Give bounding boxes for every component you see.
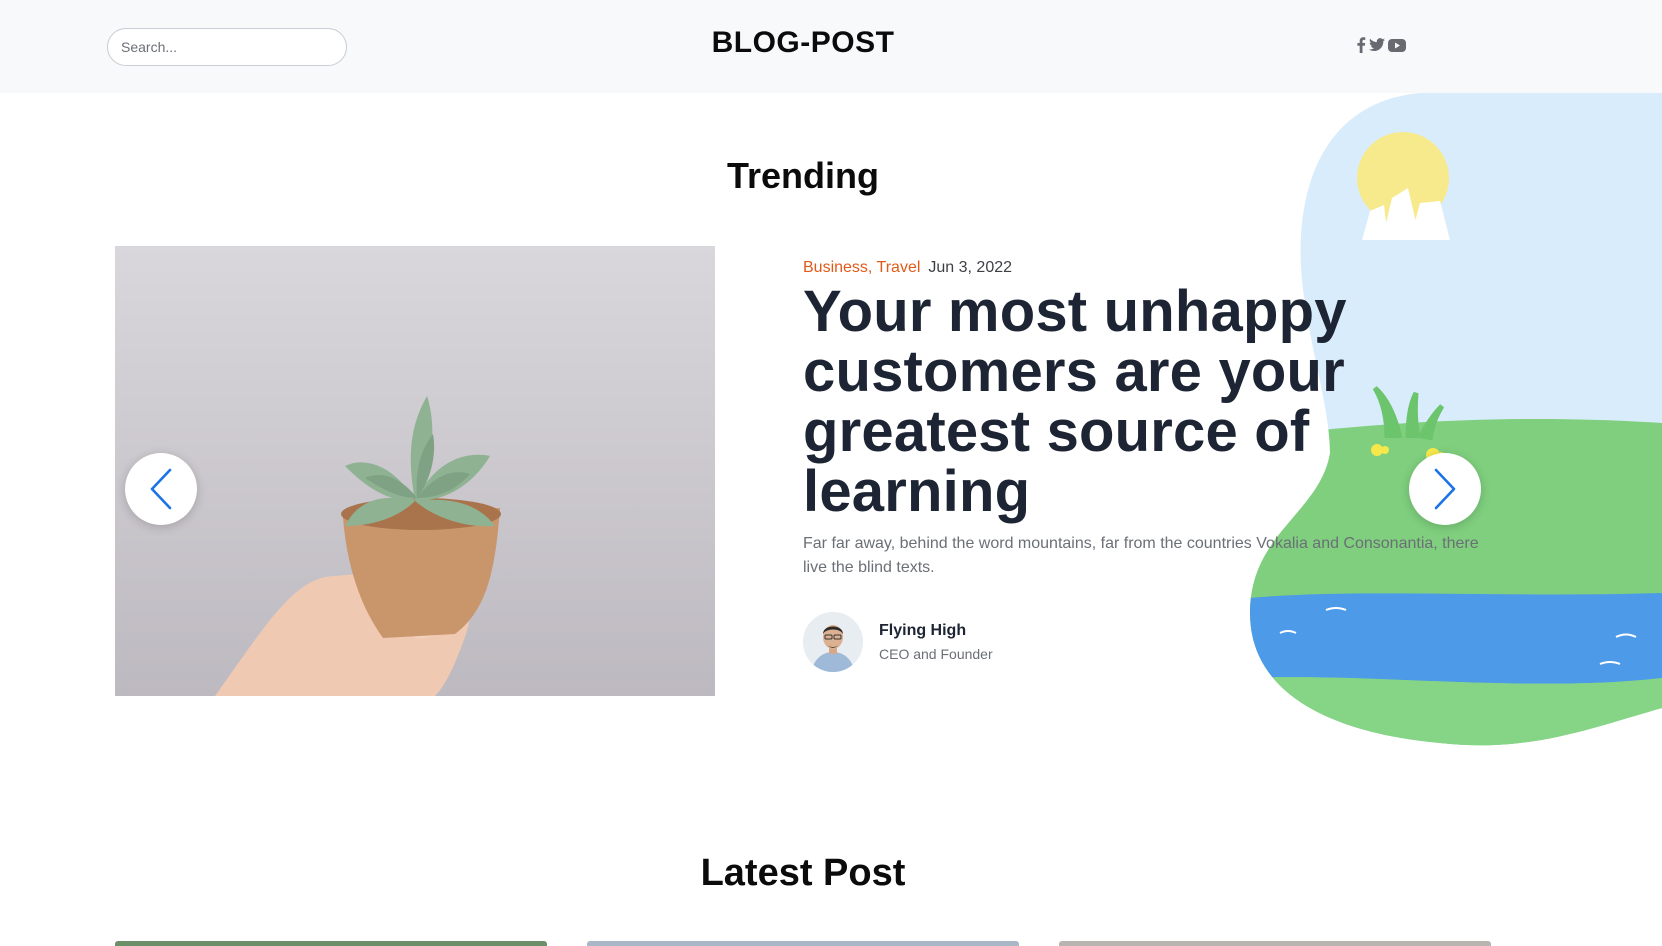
post-author: Flying High CEO and Founder [803, 612, 993, 672]
carousel-prev-button[interactable] [125, 453, 197, 525]
facebook-icon[interactable] [1356, 37, 1366, 53]
author-info: Flying High CEO and Founder [879, 622, 993, 662]
author-name[interactable]: Flying High [879, 622, 993, 640]
post-meta: Business, Travel Jun 3, 2022 [803, 259, 1012, 277]
post-image[interactable] [115, 246, 715, 696]
post-title[interactable]: Your most unhappy customers are your gre… [803, 282, 1443, 522]
chevron-right-icon [1434, 468, 1456, 510]
social-links [1356, 36, 1406, 54]
youtube-icon[interactable] [1388, 38, 1406, 52]
category-separator: , [867, 259, 873, 276]
carousel-next-button[interactable] [1409, 453, 1481, 525]
post-card[interactable] [1059, 941, 1491, 946]
post-excerpt: Far far away, behind the word mountains,… [803, 535, 1479, 576]
post-card[interactable] [587, 941, 1019, 946]
latest-post-heading: Latest Post [700, 852, 906, 894]
site-header: BLOG-POST [0, 0, 1662, 93]
category-link-business[interactable]: Business [803, 259, 868, 276]
trending-heading: Trending [727, 155, 879, 196]
avatar[interactable] [803, 612, 863, 672]
category-link-travel[interactable]: Travel [877, 259, 921, 276]
twitter-icon[interactable] [1369, 38, 1385, 52]
chevron-left-icon [150, 468, 172, 510]
post-categories: Business, Travel [803, 259, 920, 277]
post-date: Jun 3, 2022 [928, 259, 1013, 276]
post-card[interactable] [115, 941, 547, 946]
author-role: CEO and Founder [879, 646, 993, 662]
